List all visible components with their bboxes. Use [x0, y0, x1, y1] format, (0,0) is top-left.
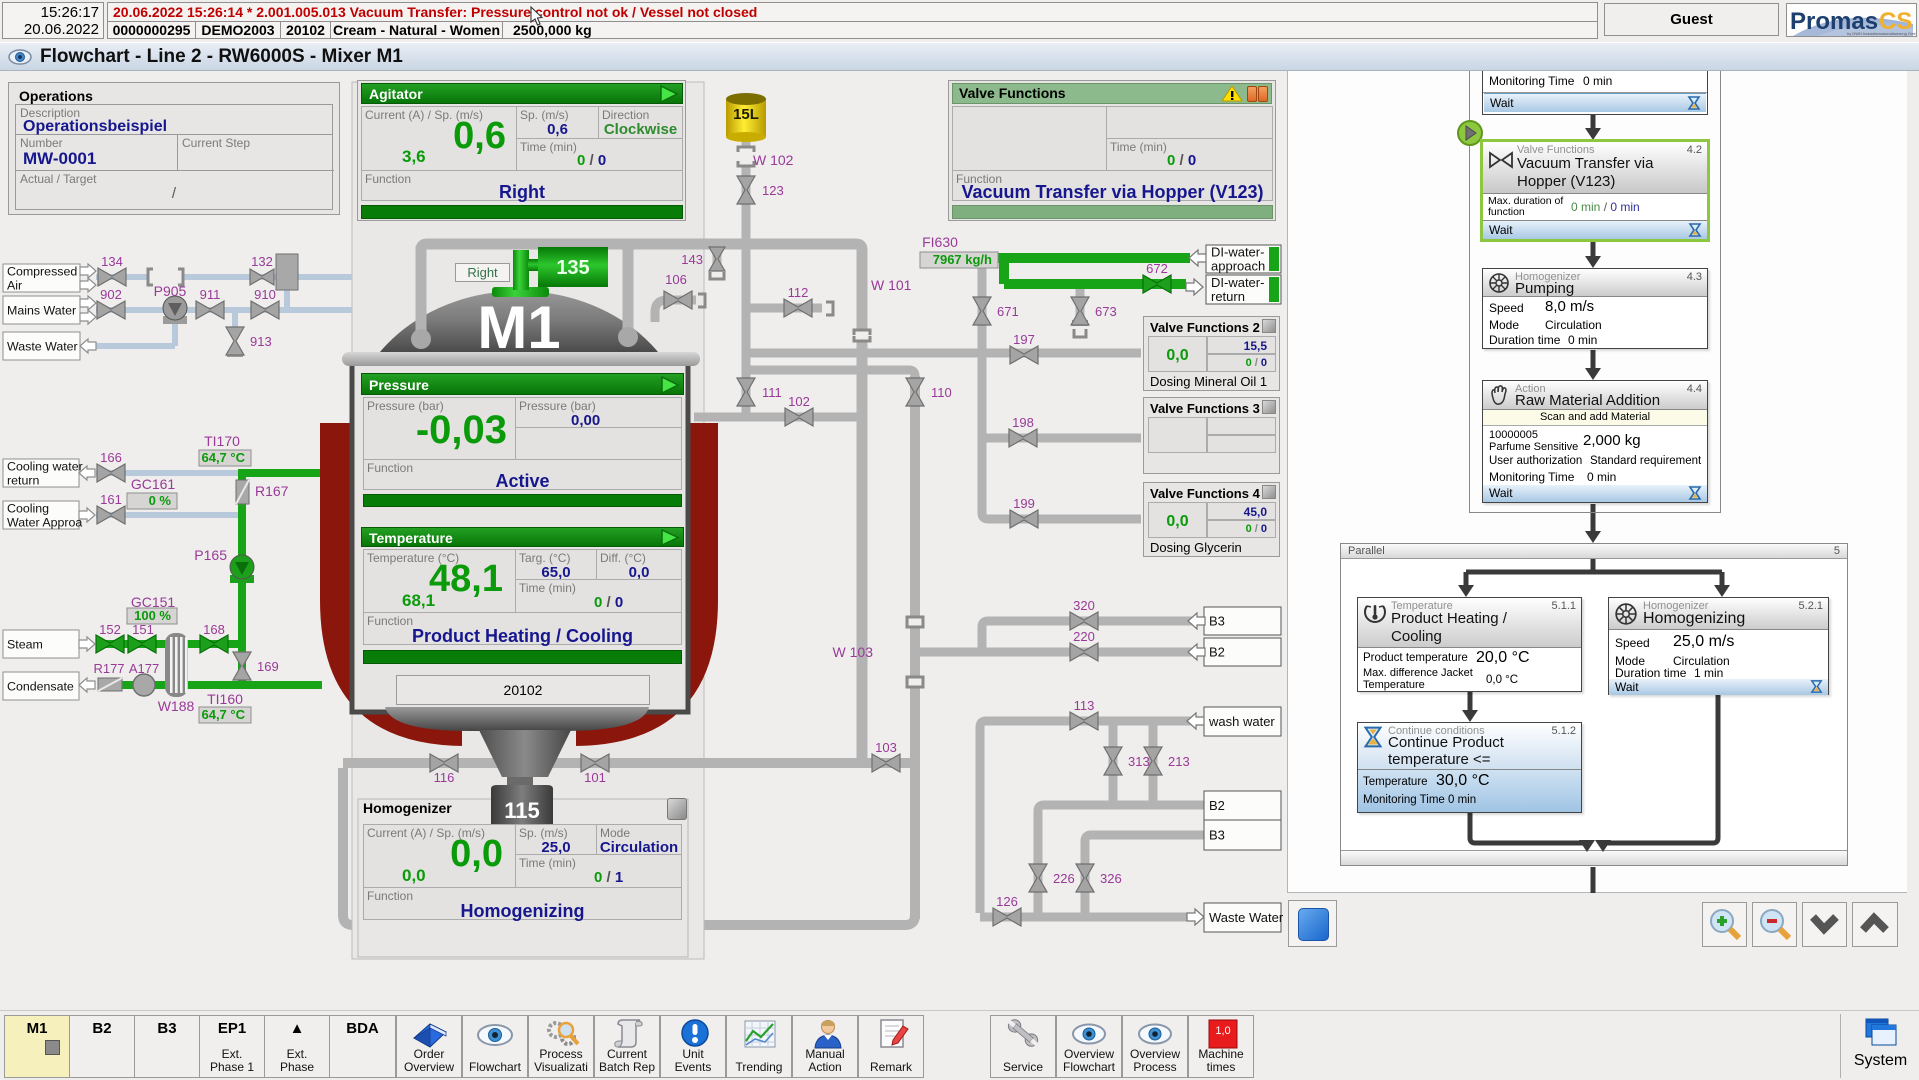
svg-text:102: 102 — [788, 394, 810, 409]
svg-text:Steam: Steam — [7, 638, 43, 652]
svg-text:220: 220 — [1073, 629, 1095, 644]
svg-text:Condensate: Condensate — [7, 680, 74, 694]
svg-text:910: 910 — [254, 287, 276, 302]
svg-text:R167: R167 — [255, 483, 289, 499]
svg-text:0 %: 0 % — [149, 493, 172, 508]
svg-text:103: 103 — [875, 740, 897, 755]
svg-text:return: return — [1211, 289, 1245, 304]
svg-text:P165: P165 — [194, 547, 227, 563]
svg-text:226: 226 — [1053, 871, 1075, 886]
svg-text:Cooling water: Cooling water — [7, 460, 83, 474]
svg-text:P905: P905 — [154, 283, 187, 299]
svg-text:911: 911 — [200, 287, 221, 302]
svg-text:132: 132 — [251, 254, 273, 269]
svg-text:approach: approach — [1211, 259, 1265, 274]
svg-text:143: 143 — [681, 252, 703, 267]
svg-text:199: 199 — [1013, 496, 1035, 511]
svg-text:return: return — [7, 474, 39, 488]
svg-text:169: 169 — [257, 659, 279, 674]
svg-text:213: 213 — [1168, 754, 1190, 769]
svg-text:671: 671 — [997, 304, 1019, 319]
svg-text:902: 902 — [100, 287, 122, 302]
svg-text:166: 166 — [100, 450, 122, 465]
svg-text:198: 198 — [1012, 415, 1034, 430]
svg-text:326: 326 — [1100, 871, 1122, 886]
svg-text:168: 168 — [203, 622, 225, 637]
svg-text:134: 134 — [101, 254, 123, 269]
svg-text:GC161: GC161 — [131, 476, 176, 492]
svg-text:B2: B2 — [1209, 798, 1225, 813]
svg-text:673: 673 — [1095, 304, 1117, 319]
svg-text:W 103: W 103 — [833, 644, 874, 660]
svg-text:W 101: W 101 — [871, 277, 912, 293]
svg-text:313: 313 — [1128, 754, 1150, 769]
svg-text:672: 672 — [1146, 261, 1168, 276]
svg-text:126: 126 — [996, 894, 1018, 909]
svg-text:320: 320 — [1073, 598, 1095, 613]
svg-text:197: 197 — [1013, 332, 1035, 347]
svg-text:64,7 °C: 64,7 °C — [201, 450, 245, 465]
svg-text:Waste Water: Waste Water — [7, 340, 78, 354]
svg-text:TI170: TI170 — [204, 433, 240, 449]
svg-text:135: 135 — [556, 257, 589, 279]
svg-text:111: 111 — [762, 385, 782, 400]
svg-text:64,7 °C: 64,7 °C — [201, 707, 245, 722]
svg-text:913: 913 — [250, 334, 272, 349]
svg-text:R177: R177 — [93, 661, 124, 676]
svg-text:B3: B3 — [1209, 828, 1225, 843]
svg-text:wash water: wash water — [1208, 714, 1275, 729]
svg-text:15L: 15L — [733, 106, 759, 123]
svg-text:DI-water-: DI-water- — [1211, 275, 1264, 290]
svg-text:123: 123 — [762, 183, 784, 198]
svg-text:B2: B2 — [1209, 645, 1225, 660]
svg-text:W 102: W 102 — [753, 152, 794, 168]
svg-text:FI630: FI630 — [922, 234, 958, 250]
svg-text:B3: B3 — [1209, 614, 1225, 629]
svg-text:112: 112 — [788, 285, 809, 300]
svg-text:116: 116 — [434, 770, 455, 785]
svg-text:7967 kg/h: 7967 kg/h — [933, 252, 992, 267]
svg-text:Mains Water: Mains Water — [7, 304, 76, 318]
svg-text:110: 110 — [931, 385, 952, 400]
svg-text:Air: Air — [7, 279, 22, 293]
svg-text:Cooling: Cooling — [7, 502, 49, 516]
svg-text:W188: W188 — [158, 698, 195, 714]
svg-text:106: 106 — [665, 272, 687, 287]
svg-text:100 %: 100 % — [134, 608, 171, 623]
svg-text:Compressed: Compressed — [7, 265, 77, 279]
svg-text:101: 101 — [584, 770, 606, 785]
svg-text:M1: M1 — [477, 294, 560, 361]
svg-text:TI160: TI160 — [207, 691, 243, 707]
svg-text:Waste Water: Waste Water — [1209, 910, 1284, 925]
svg-text:161: 161 — [100, 492, 122, 507]
svg-text:113: 113 — [1074, 698, 1095, 713]
svg-text:DI-water-: DI-water- — [1211, 245, 1264, 260]
svg-text:152: 152 — [99, 622, 121, 637]
svg-text:Water Approa: Water Approa — [7, 516, 82, 530]
svg-text:A177: A177 — [129, 661, 159, 676]
